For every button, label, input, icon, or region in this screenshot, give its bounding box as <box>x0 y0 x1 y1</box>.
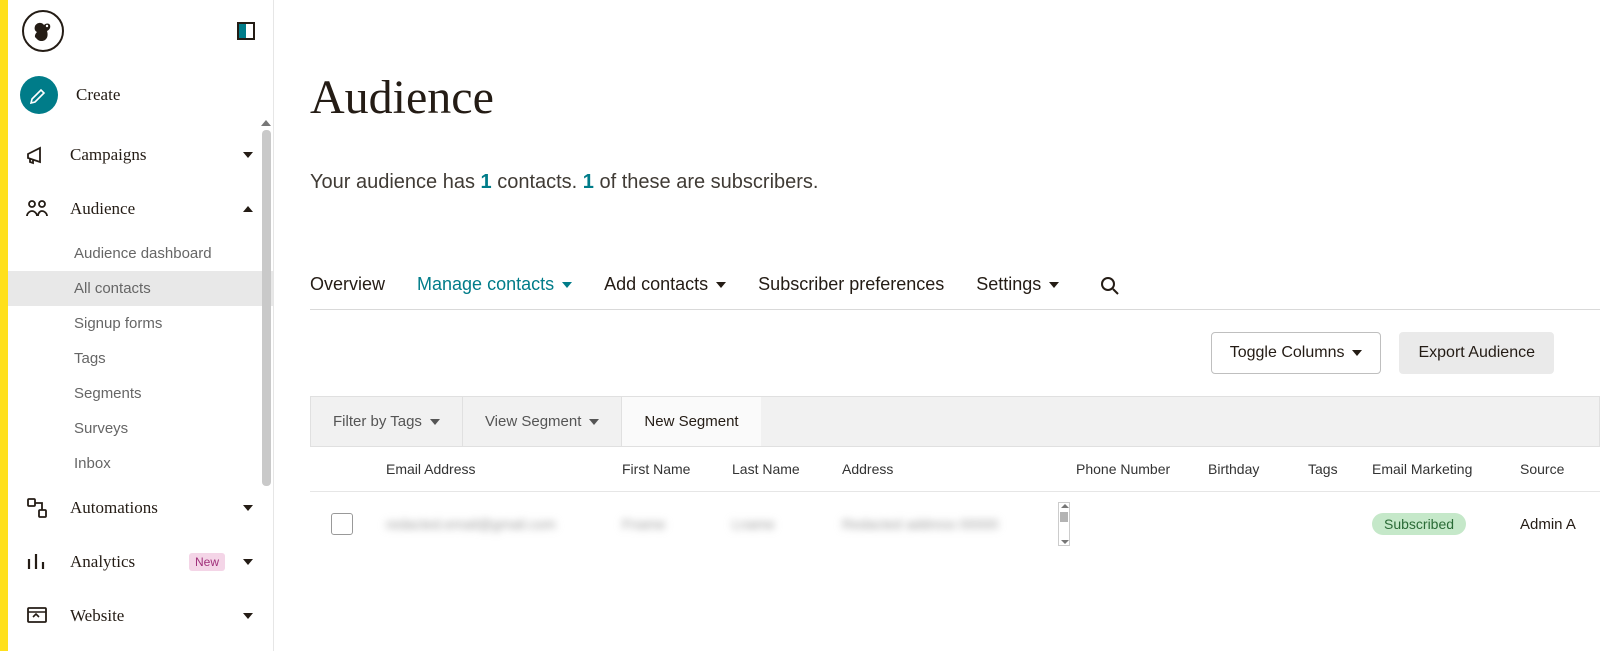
sub-audience-dashboard[interactable]: Audience dashboard <box>8 236 273 271</box>
new-badge: New <box>189 553 225 571</box>
tab-settings[interactable]: Settings <box>976 274 1059 295</box>
sub-inbox[interactable]: Inbox <box>8 446 273 481</box>
chevron-down-icon <box>243 152 253 158</box>
chevron-down-icon <box>1049 282 1059 288</box>
toggle-columns-button[interactable]: Toggle Columns <box>1211 332 1382 374</box>
tab-label: Add contacts <box>604 274 708 295</box>
sub-signup-forms[interactable]: Signup forms <box>8 306 273 341</box>
button-label: Toggle Columns <box>1230 344 1345 362</box>
th-last-name[interactable]: Last Name <box>732 461 842 477</box>
sidebar-item-campaigns[interactable]: Campaigns <box>8 128 273 182</box>
sub-tags[interactable]: Tags <box>8 341 273 376</box>
analytics-icon <box>22 547 52 577</box>
sidebar-item-analytics[interactable]: Analytics New <box>8 535 273 589</box>
filter-bar: Filter by Tags View Segment New Segment <box>310 396 1600 447</box>
th-address[interactable]: Address <box>842 461 1076 477</box>
megaphone-icon <box>22 140 52 170</box>
export-audience-button[interactable]: Export Audience <box>1399 332 1554 374</box>
chevron-down-icon <box>1352 350 1362 356</box>
chevron-down-icon <box>243 559 253 565</box>
chevron-down-icon <box>243 613 253 619</box>
tab-bar: Overview Manage contacts Add contacts Su… <box>310 274 1600 310</box>
sidebar-item-label: Audience <box>70 199 225 219</box>
sidebar-item-audience[interactable]: Audience <box>8 182 273 236</box>
row-checkbox[interactable] <box>331 513 353 535</box>
sidebar-item-automations[interactable]: Automations <box>8 481 273 535</box>
pencil-icon <box>20 76 58 114</box>
chevron-down-icon <box>243 505 253 511</box>
summary-suffix: of these are subscribers. <box>594 171 819 193</box>
table-row[interactable]: redacted.email@gmail.com Fname Lname Red… <box>310 492 1600 556</box>
scroll-down-icon <box>1061 540 1069 544</box>
audience-summary: Your audience has 1 contacts. 1 of these… <box>310 171 1600 194</box>
sidebar-collapse-icon[interactable] <box>237 22 255 40</box>
main-content: Audience Your audience has 1 contacts. 1… <box>274 0 1600 651</box>
controls-row: Toggle Columns Export Audience <box>310 310 1600 396</box>
th-first-name[interactable]: First Name <box>622 461 732 477</box>
th-email[interactable]: Email Address <box>374 461 622 477</box>
sidebar-item-label: Analytics <box>70 552 167 572</box>
chevron-up-icon <box>243 206 253 212</box>
chevron-down-icon <box>716 282 726 288</box>
sub-segments[interactable]: Segments <box>8 376 273 411</box>
scroll-up-icon <box>1061 504 1069 508</box>
subscribers-count: 1 <box>583 171 594 193</box>
th-email-marketing[interactable]: Email Marketing <box>1372 461 1520 477</box>
chevron-down-icon <box>430 419 440 425</box>
sidebar-create[interactable]: Create <box>8 62 273 128</box>
audience-icon <box>22 194 52 224</box>
search-icon[interactable] <box>1099 275 1119 295</box>
chevron-down-icon <box>589 419 599 425</box>
tab-add-contacts[interactable]: Add contacts <box>604 274 726 295</box>
filter-by-tags[interactable]: Filter by Tags <box>311 397 463 446</box>
mailchimp-logo-icon[interactable] <box>22 10 64 52</box>
table-header-row: Email Address First Name Last Name Addre… <box>310 447 1600 492</box>
new-segment-button[interactable]: New Segment <box>622 397 760 446</box>
tab-label: Manage contacts <box>417 274 554 295</box>
page-title: Audience <box>310 70 1600 125</box>
tab-label: Settings <box>976 274 1041 295</box>
summary-prefix: Your audience has <box>310 171 481 193</box>
cell-first-name: Fname <box>622 516 732 532</box>
tab-subscriber-preferences[interactable]: Subscriber preferences <box>758 274 944 295</box>
filter-label: New Segment <box>644 413 738 430</box>
tab-manage-contacts[interactable]: Manage contacts <box>417 274 572 295</box>
th-tags[interactable]: Tags <box>1308 461 1372 477</box>
sidebar-item-label: Automations <box>70 498 225 518</box>
contacts-count: 1 <box>481 171 492 193</box>
automations-icon <box>22 493 52 523</box>
summary-mid: contacts. <box>492 171 583 193</box>
sidebar-item-label: Website <box>70 606 225 626</box>
cell-source: Admin A <box>1520 516 1600 533</box>
accent-bar <box>0 0 8 651</box>
cell-email: redacted.email@gmail.com <box>374 516 622 532</box>
th-phone[interactable]: Phone Number <box>1076 461 1208 477</box>
sidebar: Create Campaigns Audience Audience dashb… <box>8 0 274 651</box>
filter-label: Filter by Tags <box>333 413 422 430</box>
address-scrollbar[interactable] <box>1058 502 1070 546</box>
th-source[interactable]: Source <box>1520 461 1600 477</box>
sidebar-create-label: Create <box>76 85 253 105</box>
tab-overview[interactable]: Overview <box>310 274 385 295</box>
scrollbar-thumb[interactable] <box>1060 512 1068 522</box>
sidebar-item-website[interactable]: Website <box>8 589 273 643</box>
subscribed-badge: Subscribed <box>1372 513 1466 535</box>
sub-all-contacts[interactable]: All contacts <box>8 271 273 306</box>
th-birthday[interactable]: Birthday <box>1208 461 1308 477</box>
cell-last-name: Lname <box>732 516 842 532</box>
cell-address: Redacted address 00000 <box>842 516 998 532</box>
button-label: Export Audience <box>1418 344 1535 362</box>
sidebar-item-label: Campaigns <box>70 145 225 165</box>
sub-surveys[interactable]: Surveys <box>8 411 273 446</box>
view-segment[interactable]: View Segment <box>463 397 622 446</box>
chevron-down-icon <box>562 282 572 288</box>
website-icon <box>22 601 52 631</box>
filter-label: View Segment <box>485 413 581 430</box>
audience-submenu: Audience dashboard All contacts Signup f… <box>8 236 273 481</box>
